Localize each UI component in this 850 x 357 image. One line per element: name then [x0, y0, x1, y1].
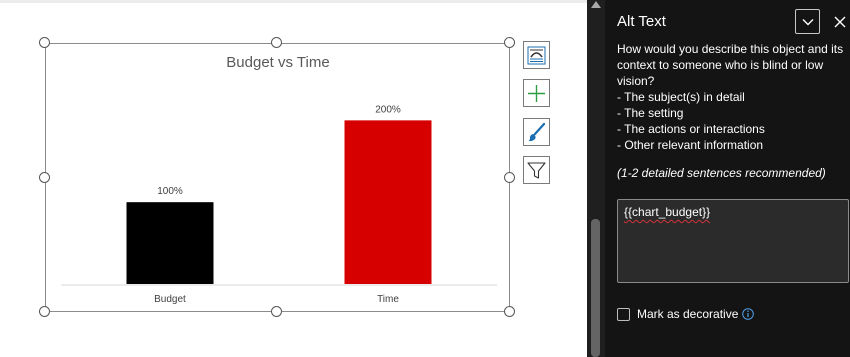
pane-title: Alt Text [617, 13, 666, 30]
resize-handle-top[interactable] [271, 37, 282, 48]
description-line: - The setting [617, 106, 684, 120]
scroll-up-arrow-icon[interactable] [591, 1, 601, 8]
bar-time [344, 120, 432, 284]
chart-elements-button[interactable] [523, 79, 550, 107]
scroll-thumb[interactable] [591, 219, 600, 357]
decorative-option[interactable]: Mark as decorative [617, 306, 755, 322]
document-top-edge [0, 0, 587, 3]
filter-icon [527, 161, 546, 179]
pane-options-button[interactable] [795, 9, 820, 34]
resize-handle-right[interactable] [504, 172, 515, 183]
resize-handle-bottom-left[interactable] [39, 306, 50, 317]
data-label-time: 200% [375, 104, 401, 115]
chart-object[interactable]: Budget vs Time 100% Budget 200% Time [45, 43, 510, 312]
description-line: - The subject(s) in detail [617, 90, 745, 104]
sentence-hint: (1-2 detailed sentences recommended) [617, 166, 826, 180]
description-line: How would you describe this object and i… [617, 42, 844, 56]
chart-filters-button[interactable] [523, 156, 550, 184]
description-line: - Other relevant information [617, 138, 764, 152]
resize-handle-top-right[interactable] [504, 37, 515, 48]
resize-handle-top-left[interactable] [39, 37, 50, 48]
document-area[interactable]: Budget vs Time 100% Budget 200% Time [0, 0, 587, 357]
resize-handle-bottom-right[interactable] [504, 306, 515, 317]
pane-description: How would you describe this object and i… [617, 41, 849, 153]
chart-layout-icon [527, 46, 546, 64]
description-line: - The actions or interactions [617, 122, 765, 136]
description-line: context to someone who is blind or low [617, 58, 824, 72]
decorative-checkbox[interactable] [617, 307, 630, 321]
bar-budget [126, 202, 214, 284]
info-icon[interactable] [742, 308, 755, 320]
description-line: vision? [617, 74, 655, 88]
brush-icon [528, 122, 546, 141]
chart-styles-button[interactable] [523, 118, 550, 146]
resize-handle-left[interactable] [39, 172, 50, 183]
bar-chart: Budget vs Time 100% Budget 200% Time [61, 54, 497, 305]
pane-close-button[interactable] [829, 9, 850, 34]
close-icon [834, 16, 846, 27]
x-tick-label-time: Time [377, 294, 399, 305]
alt-text-value: {{chart_budget}} [624, 205, 711, 219]
chevron-down-icon [802, 18, 813, 25]
chart-title: Budget vs Time [226, 54, 329, 71]
resize-handle-bottom[interactable] [271, 306, 282, 317]
x-tick-label-budget: Budget [154, 294, 186, 305]
decorative-label: Mark as decorative [637, 307, 739, 321]
alt-text-input[interactable]: {{chart_budget}} [617, 199, 849, 283]
data-label-budget: 100% [157, 186, 183, 197]
app-window: Budget vs Time 100% Budget 200% Time Alt… [0, 0, 850, 357]
bars-layer: 100% Budget 200% Time [126, 104, 432, 305]
alt-text-pane: Alt Text How would you describe this obj… [605, 0, 850, 357]
plus-icon [528, 84, 545, 102]
vertical-scrollbar[interactable] [587, 0, 605, 357]
chart-layout-button[interactable] [523, 41, 550, 69]
